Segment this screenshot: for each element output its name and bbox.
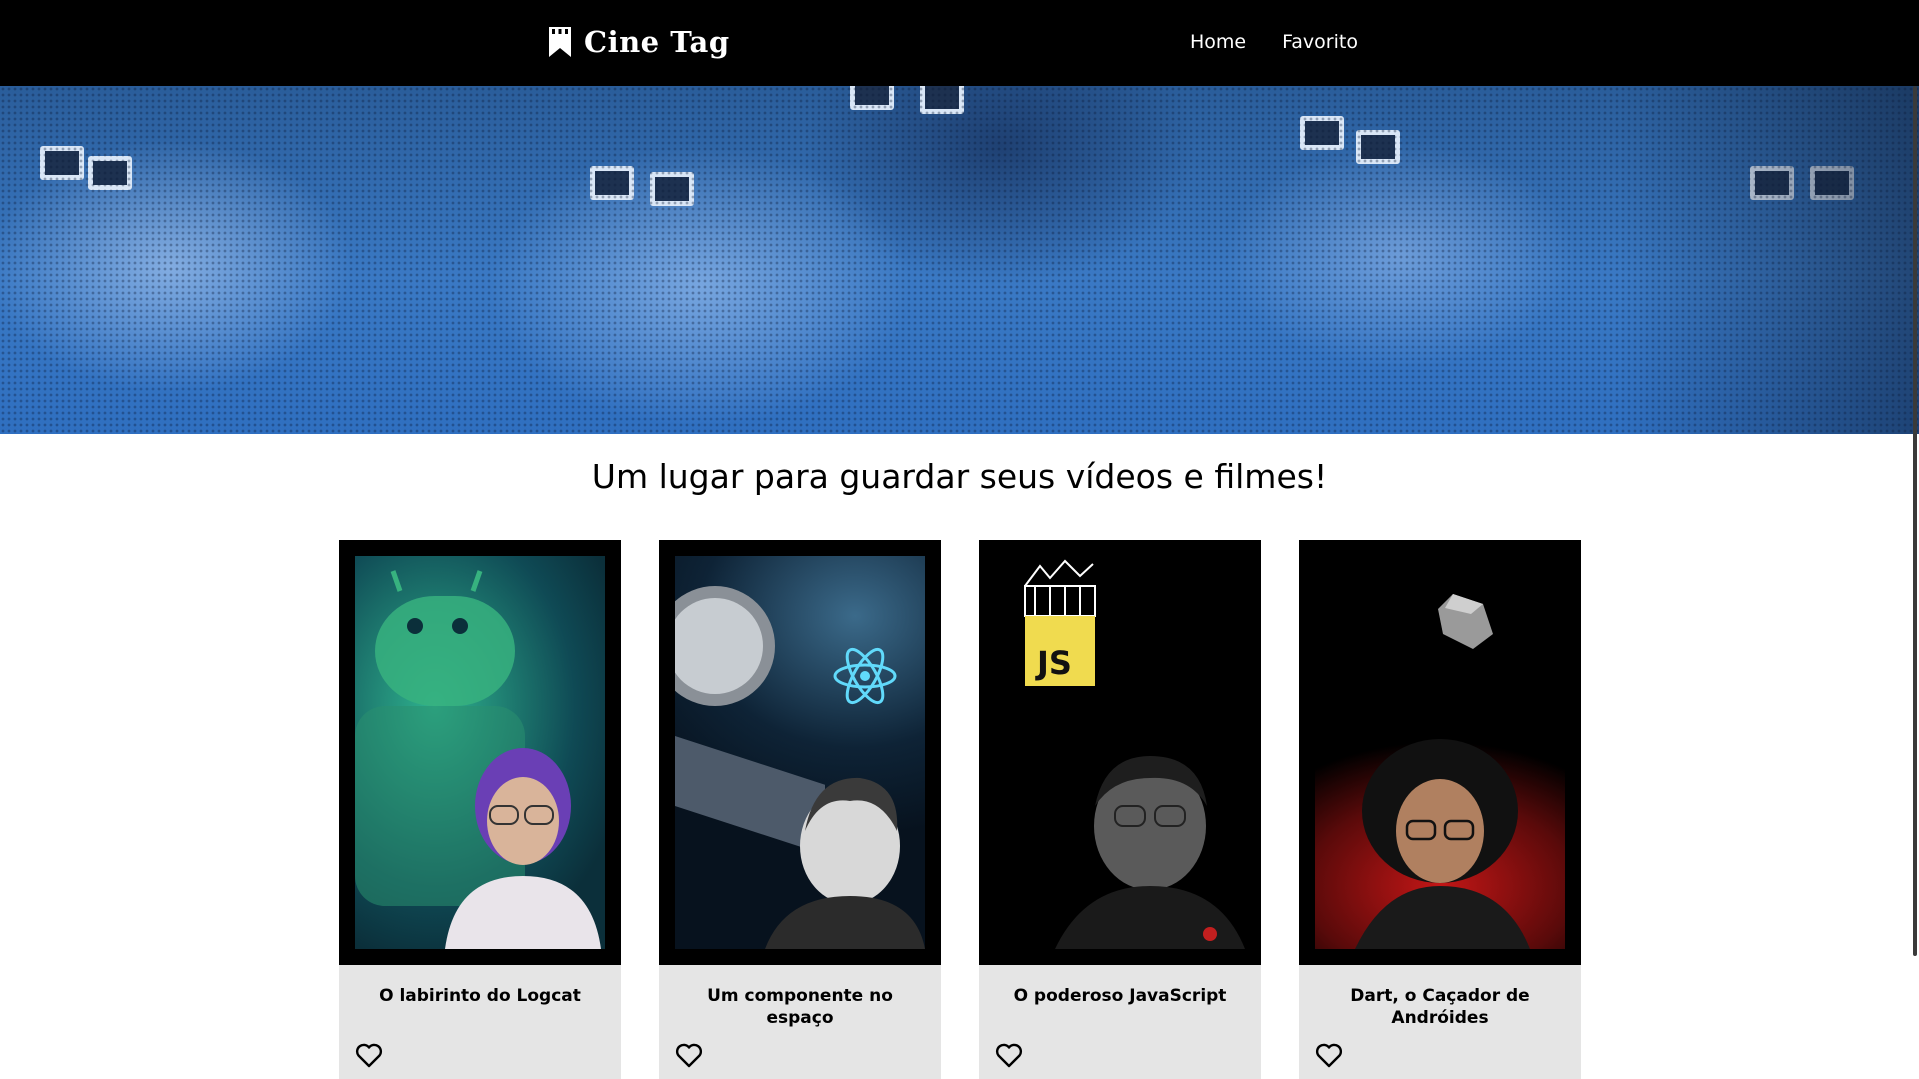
video-thumbnail[interactable] <box>659 540 941 965</box>
video-title: O labirinto do Logcat <box>379 986 581 1006</box>
hero-banner-image <box>0 86 1919 434</box>
space-illustration <box>675 586 925 949</box>
scrollbar[interactable] <box>1913 86 1917 956</box>
video-title: O poderoso JavaScript <box>1013 986 1227 1006</box>
nav-link-home[interactable]: Home <box>1190 31 1246 53</box>
video-card[interactable]: O labirinto do Logcat <box>339 540 621 1079</box>
heart-outline-icon[interactable] <box>355 1042 383 1068</box>
banner-shade <box>1619 86 1919 434</box>
video-thumbnail[interactable] <box>339 540 621 965</box>
top-navbar: Cine Tag Home Favorito <box>0 0 1919 86</box>
video-title: Dart, o Caçador de Andróides <box>1350 986 1530 1028</box>
logo-text: Cine Tag <box>584 25 730 59</box>
heart-outline-icon[interactable] <box>1315 1042 1343 1068</box>
heart-outline-icon[interactable] <box>995 1042 1023 1068</box>
dart-logo-icon <box>1438 594 1493 649</box>
heart-outline-icon[interactable] <box>675 1042 703 1068</box>
video-title: Um componente no espaço <box>707 986 893 1028</box>
android-illustration <box>355 570 601 949</box>
bookmark-logo-icon <box>549 27 571 57</box>
video-card[interactable]: JS O poderoso JavaScript <box>979 540 1261 1079</box>
nav-link-favorito[interactable]: Favorito <box>1282 31 1358 53</box>
video-thumbnail[interactable]: JS <box>979 540 1261 965</box>
video-card[interactable]: Um componente no espaço <box>659 540 941 1079</box>
logo[interactable]: Cine Tag <box>548 24 730 60</box>
factory-sketch-icon <box>1024 559 1096 617</box>
video-grid: O labirinto do Logcat Um componente no e… <box>339 540 1581 1079</box>
video-card[interactable]: Dart, o Caçador de Andróides <box>1299 540 1581 1079</box>
video-thumbnail[interactable] <box>1299 540 1581 965</box>
page-headline: Um lugar para guardar seus vídeos e film… <box>591 457 1328 496</box>
dart-illustration <box>1355 594 1530 949</box>
javascript-illustration: JS <box>1024 559 1245 949</box>
main-nav: Home Favorito <box>1190 31 1358 53</box>
js-logo-icon: JS <box>1035 644 1072 682</box>
react-logo-icon <box>833 647 897 705</box>
